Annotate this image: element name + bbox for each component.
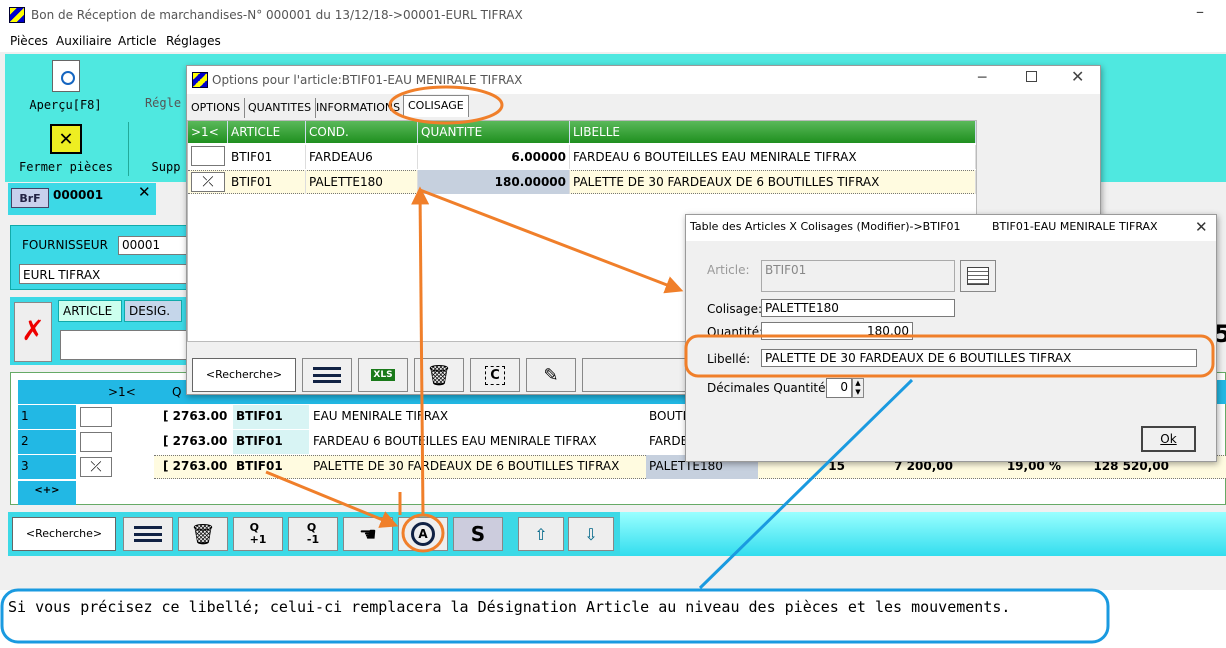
blue-pointer — [698, 378, 914, 590]
annotation-overlay — [0, 85, 1215, 644]
arrow-to-button — [265, 470, 399, 528]
libelle-highlight — [684, 334, 1215, 378]
options-button-highlight — [401, 513, 445, 553]
arrow-to-dialog — [419, 188, 684, 294]
note-text: Si vous précisez ce libellé; celui-ci re… — [8, 598, 1011, 616]
colisage-tab-highlight — [388, 85, 504, 125]
arrow-to-options — [411, 186, 430, 516]
